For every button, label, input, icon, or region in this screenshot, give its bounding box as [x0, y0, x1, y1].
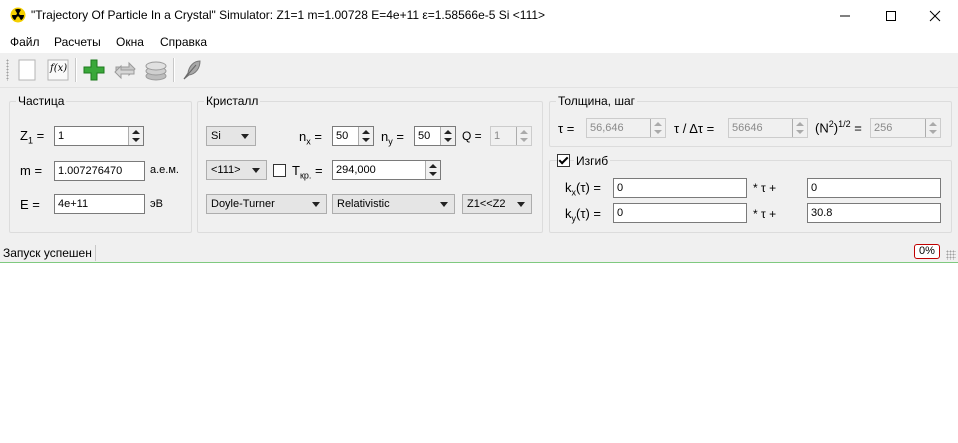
bend-checkbox[interactable]: [557, 154, 570, 167]
q-label: Q =: [462, 129, 482, 143]
new-document-icon: [18, 59, 36, 81]
layers-stack-icon: [145, 61, 167, 81]
feather-icon: [183, 60, 201, 80]
approximation-select[interactable]: Z1<<Z2: [462, 194, 532, 214]
ny-spinbox[interactable]: 50: [414, 126, 456, 146]
mechanics-select[interactable]: Relativistic: [332, 194, 455, 214]
close-button[interactable]: [912, 0, 958, 31]
ky-mult-label: * τ +: [753, 207, 777, 221]
nx-spin-buttons[interactable]: [358, 127, 373, 145]
ky-coefficient-input[interactable]: 0: [613, 203, 747, 223]
z1-spinbox[interactable]: 1: [54, 126, 144, 146]
mass-unit: а.е.м.: [150, 164, 179, 176]
toolbar: f(x): [0, 53, 958, 88]
n-root-label: (N2)1/2 =: [815, 119, 862, 136]
tau-spin-buttons[interactable]: [650, 119, 665, 137]
temperature-label: Tкр. =: [292, 163, 323, 181]
ky-label: ky(τ) =: [565, 206, 601, 224]
add-plus-icon: [83, 59, 105, 81]
new-document-button[interactable]: [15, 58, 39, 82]
q-spin-buttons[interactable]: [516, 127, 531, 145]
menu-help[interactable]: Справка: [160, 35, 207, 49]
n-root-spin-buttons[interactable]: [925, 119, 940, 137]
kx-coefficient-input[interactable]: 0: [613, 178, 747, 198]
toolbar-grip[interactable]: [6, 59, 9, 81]
status-bar: Запуск успешен: [0, 242, 958, 263]
window-border: [0, 262, 958, 263]
menu-calculations[interactable]: Расчеты: [54, 35, 101, 49]
tau-spinbox[interactable]: 56,646: [586, 118, 666, 138]
swap-arrows-icon: [114, 61, 136, 80]
potential-select[interactable]: Doyle-Turner: [206, 194, 327, 214]
temperature-checkbox[interactable]: [273, 164, 286, 177]
kx-mult-label: * τ +: [753, 181, 777, 195]
toolbar-separator: [75, 58, 77, 82]
app-window: "Trajectory Of Particle In a Crystal" Si…: [0, 0, 958, 263]
add-button[interactable]: [82, 58, 106, 82]
title-bar: "Trajectory Of Particle In a Crystal" Si…: [0, 0, 958, 31]
ny-spin-buttons[interactable]: [440, 127, 455, 145]
ny-label: ny =: [381, 129, 404, 147]
crystal-group-title: Кристалл: [204, 94, 261, 108]
function-button[interactable]: f(x): [46, 58, 70, 82]
status-message: Запуск успешен: [3, 246, 92, 260]
energy-input[interactable]: 4e+11: [54, 194, 145, 214]
maximize-icon: [886, 10, 896, 21]
menu-windows[interactable]: Окна: [116, 35, 144, 49]
menu-file[interactable]: Файл: [10, 35, 40, 49]
ky-offset-input[interactable]: 30.8: [807, 203, 941, 223]
minimize-icon: [840, 15, 850, 16]
orientation-select[interactable]: <111>: [206, 160, 267, 180]
tau-ratio-spinbox[interactable]: 56646: [728, 118, 808, 138]
material-select[interactable]: Si: [206, 126, 256, 146]
bend-group-title: Изгиб: [574, 154, 611, 168]
feather-button[interactable]: [180, 58, 204, 82]
close-icon: [929, 10, 941, 21]
z1-label: Z1 =: [20, 128, 45, 146]
menu-bar: Файл Расчеты Окна Справка: [0, 31, 958, 53]
temperature-spinbox[interactable]: 294,000: [332, 160, 441, 180]
tau-ratio-label: τ / Δτ =: [674, 121, 715, 136]
energy-unit: эВ: [150, 198, 163, 210]
resize-grip[interactable]: [946, 250, 956, 260]
z1-spin-buttons[interactable]: [128, 127, 143, 145]
progress-indicator: 0%: [914, 244, 940, 259]
kx-offset-input[interactable]: 0: [807, 178, 941, 198]
kx-label: kx(τ) =: [565, 180, 601, 198]
window-title: "Trajectory Of Particle In a Crystal" Si…: [31, 8, 546, 22]
maximize-button[interactable]: [868, 0, 914, 31]
nx-label: nx =: [299, 129, 322, 147]
layers-button[interactable]: [144, 58, 168, 82]
tau-label: τ =: [558, 121, 575, 136]
radiation-icon: [10, 7, 26, 23]
mass-input[interactable]: 1.007276470: [54, 161, 145, 181]
temperature-spin-buttons[interactable]: [425, 161, 440, 179]
n-root-spinbox[interactable]: 256: [870, 118, 941, 138]
toolbar-separator: [173, 58, 175, 82]
minimize-button[interactable]: [822, 0, 868, 31]
fx-label: f(x): [50, 63, 68, 74]
status-separator: [95, 245, 96, 261]
nx-spinbox[interactable]: 50: [332, 126, 374, 146]
mass-label: m =: [20, 163, 43, 178]
tau-ratio-spin-buttons[interactable]: [792, 119, 807, 137]
thickness-group-title: Толщина, шаг: [556, 94, 638, 108]
energy-label: E =: [20, 197, 40, 212]
swap-button[interactable]: [113, 58, 137, 82]
particle-group-title: Частица: [16, 94, 67, 108]
q-spinbox[interactable]: 1: [490, 126, 532, 146]
